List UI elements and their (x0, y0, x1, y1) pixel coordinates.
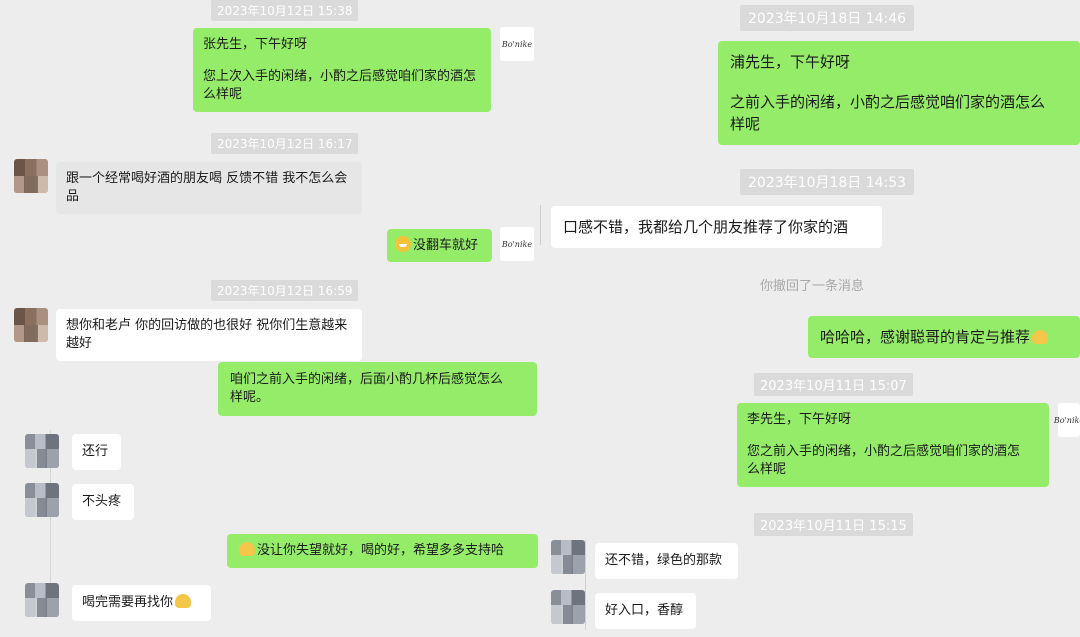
contact-avatar[interactable] (551, 540, 585, 574)
chat-collage: 2023年10月12日 15:38 张先生，下午好呀 您上次入手的闲绪，小酌之后… (0, 0, 1080, 637)
grin-emoji-icon (395, 236, 411, 252)
message-bubble-received[interactable]: 想你和老卢 你的回访做的也很好 祝你们生意越来 越好 (56, 309, 362, 361)
avatar-signature-text: Bo'nike (501, 39, 533, 49)
message-text: 咱们之前入手的闲绪，后面小酌几杯后感觉怎么 (230, 372, 504, 387)
message-bubble-received[interactable]: 还行 (72, 434, 121, 470)
message-text: 么样呢 (203, 87, 243, 102)
timestamp: 2023年10月18日 14:53 (740, 169, 915, 195)
chat-panel-right: 2023年10月18日 14:46 浦先生，下午好呀 之前入手的闲绪，小酌之后感… (540, 0, 1080, 637)
message-bubble-received[interactable]: 不头疼 (72, 484, 134, 520)
message-text: 之前入手的闲绪，小酌之后感觉咱们家的酒怎么 (730, 93, 1046, 111)
message-text: 口感不错，我都给几个朋友推荐了你家的酒 (563, 218, 849, 236)
message-bubble-sent[interactable]: 没让你失望就好，喝的好，希望多多支持哈 (227, 534, 538, 568)
chat-panel-left: 2023年10月12日 15:38 张先生，下午好呀 您上次入手的闲绪，小酌之后… (0, 0, 545, 637)
message-text: 没翻车就好 (413, 238, 479, 253)
message-text: 品 (66, 189, 80, 204)
avatar-signature-text: Bo'nike (501, 239, 533, 249)
contact-avatar[interactable] (551, 590, 585, 624)
divider (540, 205, 541, 245)
timestamp: 2023年10月12日 16:17 (211, 133, 359, 154)
timestamp: 2023年10月12日 16:59 (211, 280, 359, 301)
message-bubble-sent[interactable]: 浦先生，下午好呀 之前入手的闲绪，小酌之后感觉咱们家的酒怎么 样呢 (718, 41, 1080, 145)
message-text: 样呢。 (230, 390, 270, 405)
timestamp: 2023年10月11日 15:15 (754, 513, 913, 536)
thumbs-up-emoji-icon (1032, 330, 1049, 344)
message-bubble-sent[interactable]: 张先生，下午好呀 您上次入手的闲绪，小酌之后感觉咱们家的酒怎 么样呢 (193, 28, 491, 112)
message-text: 样呢 (730, 115, 761, 133)
message-text: 想你和老卢 你的回访做的也很好 祝你们生意越来 (66, 318, 348, 333)
message-text: 喝完需要再找你 (82, 595, 174, 610)
message-text: 张先生，下午好呀 (203, 37, 308, 52)
message-text: 不头疼 (82, 494, 122, 509)
avatar-signature-text: Bo'nike (1053, 415, 1080, 425)
message-text: 还行 (82, 444, 109, 459)
contact-avatar[interactable] (25, 434, 59, 468)
timestamp: 2023年10月18日 14:46 (740, 5, 915, 31)
message-bubble-received[interactable]: 还不错，绿色的那款 (595, 543, 738, 579)
contact-avatar[interactable] (14, 159, 48, 193)
message-text: 跟一个经常喝好酒的朋友喝 反馈不错 我不怎么会 (66, 171, 348, 186)
message-bubble-sent[interactable]: 李先生，下午好呀 您之前入手的闲绪，小酌之后感觉咱们家的酒怎 么样呢 (737, 403, 1049, 487)
message-text: 么样呢 (747, 462, 787, 477)
timestamp: 2023年10月12日 15:38 (211, 0, 359, 21)
message-bubble-received[interactable]: 口感不错，我都给几个朋友推荐了你家的酒 (551, 206, 882, 248)
sender-avatar-signature[interactable]: Bo'nike (500, 227, 534, 261)
message-bubble-received[interactable]: 跟一个经常喝好酒的朋友喝 反馈不错 我不怎么会 品 (56, 162, 362, 214)
message-text: 越好 (66, 336, 93, 351)
message-text: 李先生，下午好呀 (747, 412, 852, 427)
handshake-emoji-icon (239, 542, 255, 556)
message-text: 浦先生，下午好呀 (730, 53, 851, 71)
divider (585, 540, 586, 630)
contact-avatar[interactable] (25, 583, 59, 617)
contact-avatar[interactable] (14, 308, 48, 342)
message-text: 您上次入手的闲绪，小酌之后感觉咱们家的酒怎 (203, 69, 477, 84)
sender-avatar-signature[interactable]: Bo'nike (1054, 403, 1080, 437)
message-text: 哈哈哈，感谢聪哥的肯定与推荐 (820, 328, 1031, 346)
message-text: 好入口，香醇 (605, 603, 684, 618)
message-bubble-received[interactable]: 好入口，香醇 (595, 593, 696, 629)
message-bubble-sent[interactable]: 咱们之前入手的闲绪，后面小酌几杯后感觉怎么 样呢。 (218, 362, 537, 416)
message-text: 还不错，绿色的那款 (605, 553, 723, 568)
message-text: 您之前入手的闲绪，小酌之后感觉咱们家的酒怎 (747, 444, 1021, 459)
recall-notice: 你撤回了一条消息 (760, 279, 865, 294)
message-text: 没让你失望就好，喝的好，希望多多支持哈 (257, 543, 505, 558)
sender-avatar-signature[interactable]: Bo'nike (500, 27, 534, 61)
timestamp: 2023年10月11日 15:07 (754, 373, 913, 396)
message-bubble-sent[interactable]: 哈哈哈，感谢聪哥的肯定与推荐 (808, 316, 1080, 358)
contact-avatar[interactable] (25, 483, 59, 517)
message-bubble-received[interactable]: 喝完需要再找你 (72, 585, 211, 621)
thumbs-up-emoji-icon (175, 594, 192, 608)
message-bubble-sent[interactable]: 没翻车就好 (387, 229, 492, 262)
